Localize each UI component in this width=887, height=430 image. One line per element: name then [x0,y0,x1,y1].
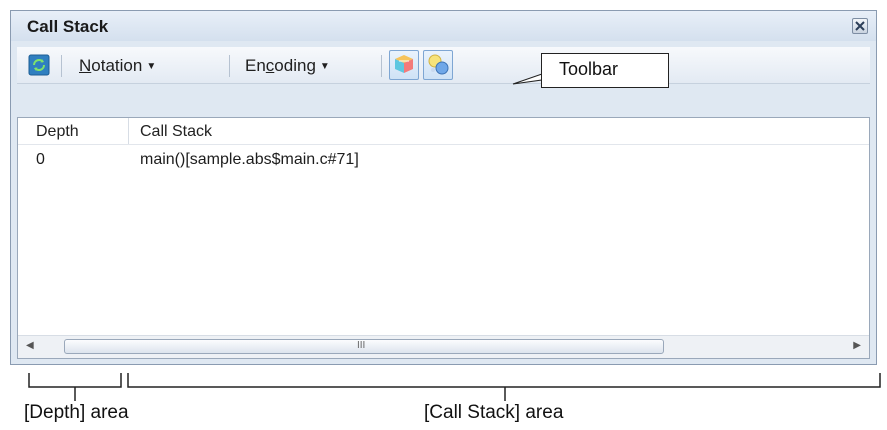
encoding-label-post: oding [274,56,316,75]
scroll-grip-icon: III [357,340,366,351]
window-title: Call Stack [27,17,109,36]
call-stack-cell: main()[sample.abs$main.c#71] [140,151,359,168]
notation-label-mnemonic: N [79,56,92,75]
title-bar: Call Stack [11,11,876,41]
notation-menu[interactable]: Notation ▼ [79,56,156,76]
encoding-menu[interactable]: Encoding ▼ [245,56,330,76]
header-depth[interactable]: Depth [36,123,79,141]
jump-disassembly-button[interactable] [423,50,453,80]
scroll-right-icon[interactable]: ▶ [853,340,861,351]
header-call-stack[interactable]: Call Stack [140,123,212,141]
depth-area-label: [Depth] area [24,402,129,423]
refresh-button[interactable] [27,53,51,77]
call-stack-window: Call Stack Notation ▼ Encoding ▼ Depth C… [10,10,877,365]
call-stack-area-bracket [127,373,881,401]
toolbar-separator [61,55,62,77]
column-divider[interactable] [128,118,129,144]
notation-label-post: otation [91,56,143,75]
depth-cell: 0 [36,151,45,168]
refresh-icon [28,54,50,76]
jump-to-disassembly-icon [428,54,449,75]
toolbar-separator [229,55,230,77]
encoding-label-pre: En [245,56,266,75]
toolbar-callout: Toolbar [541,53,669,88]
call-stack-list: Depth Call Stack 0 main()[sample.abs$mai… [17,117,870,359]
call-stack-area-label: [Call Stack] area [424,402,564,423]
scroll-left-icon[interactable]: ◀ [26,340,34,351]
callout-pointer [512,66,543,88]
jump-source-button[interactable] [389,50,419,80]
column-header: Depth Call Stack [18,118,869,145]
jump-to-source-icon [395,55,413,73]
dropdown-arrow-icon: ▼ [319,61,330,72]
scroll-thumb[interactable]: III [64,339,664,354]
dropdown-arrow-icon: ▼ [146,61,157,72]
depth-area-bracket [28,373,122,401]
horizontal-scrollbar[interactable]: ◀ III ▶ [18,335,869,358]
toolbar-separator [381,55,382,77]
toolbar: Notation ▼ Encoding ▼ [17,47,870,84]
close-x-icon [855,21,865,31]
toolbar-callout-label: Toolbar [559,59,619,79]
close-button[interactable] [852,18,868,34]
